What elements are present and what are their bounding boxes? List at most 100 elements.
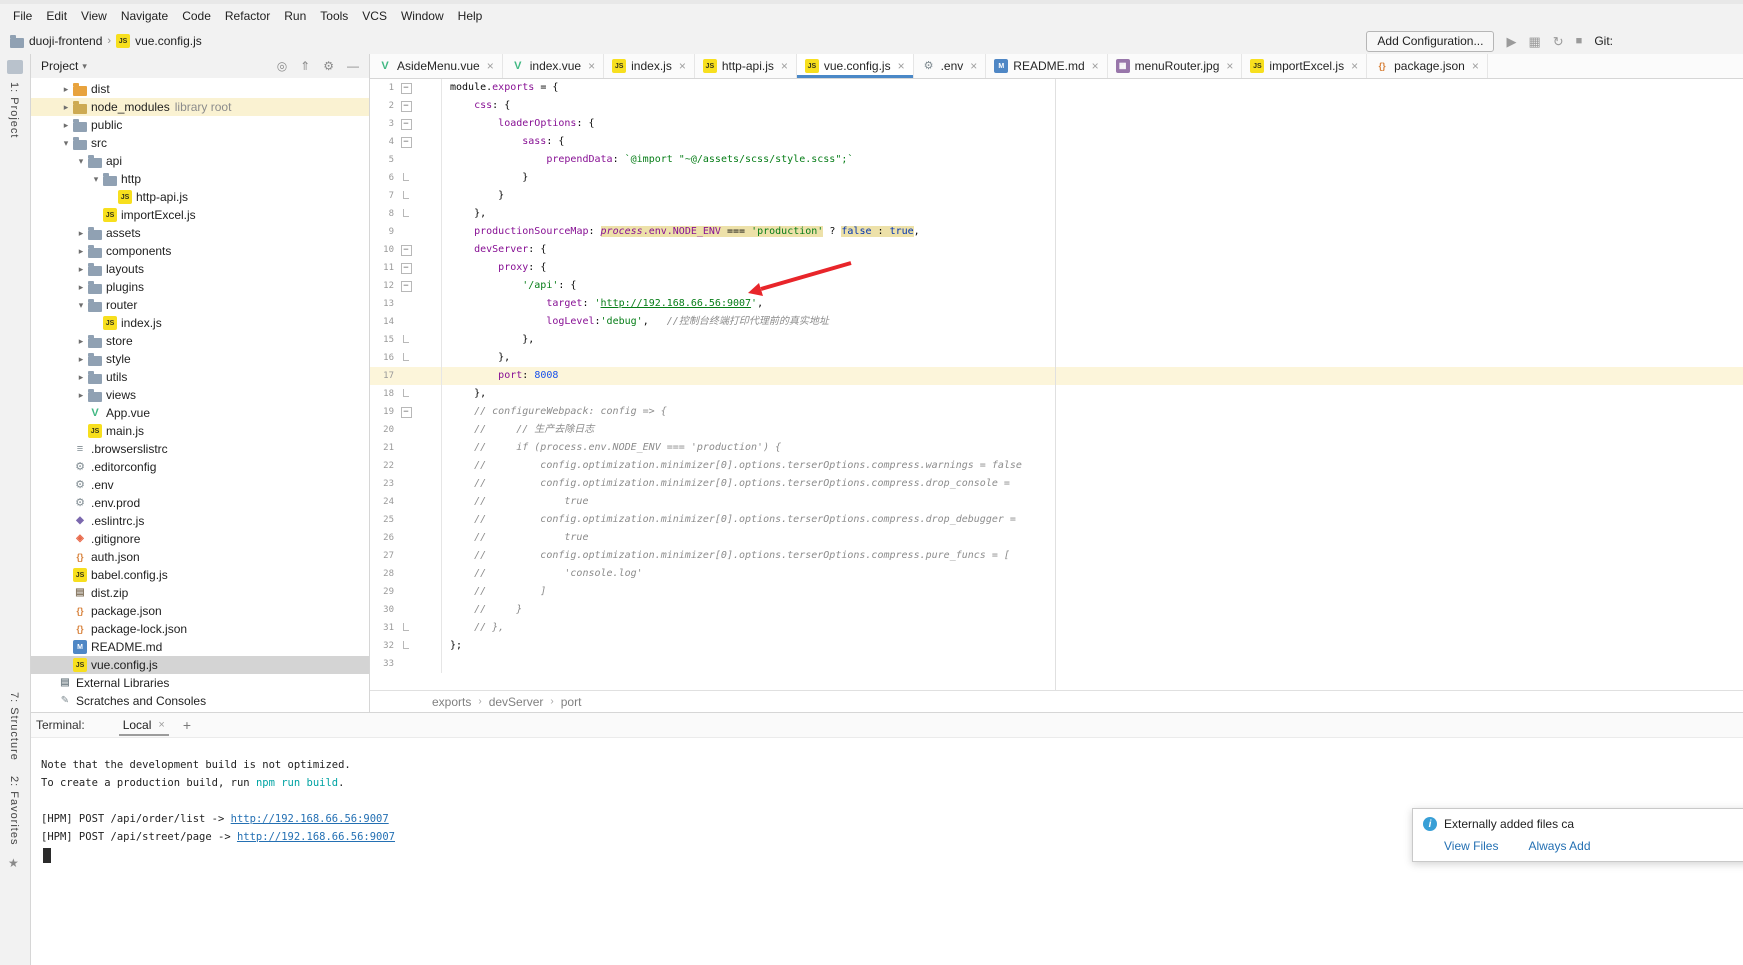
code-line[interactable]: 9 productionSourceMap: process.env.NODE_… xyxy=(370,223,1743,241)
close-icon[interactable]: × xyxy=(679,59,686,73)
line-number[interactable]: 2 xyxy=(372,97,394,115)
code-line[interactable]: 1module.exports = { xyxy=(370,79,1743,97)
code-line[interactable]: 32}; xyxy=(370,637,1743,655)
collapse-all-icon[interactable]: ⇑ xyxy=(300,59,310,73)
tree-item[interactable]: ▾api xyxy=(31,152,369,170)
breadcrumb-project[interactable]: duoji-frontend xyxy=(29,34,102,48)
tree-item[interactable]: ⚙.env.prod xyxy=(31,494,369,512)
close-icon[interactable]: × xyxy=(158,719,164,731)
editor-tab[interactable]: JSvue.config.js× xyxy=(797,54,914,78)
tool-button-structure[interactable]: 7: Structure xyxy=(8,692,20,761)
tree-item[interactable]: ▸views xyxy=(31,386,369,404)
tree-item[interactable]: ≡.browserslistrc xyxy=(31,440,369,458)
chevron-collapsed-icon[interactable]: ▸ xyxy=(59,84,73,95)
code-line[interactable]: 28 // 'console.log' xyxy=(370,565,1743,583)
line-number[interactable]: 9 xyxy=(372,223,394,241)
tree-item[interactable]: ▸layouts xyxy=(31,260,369,278)
project-panel-title[interactable]: Project xyxy=(41,59,78,73)
line-number[interactable]: 13 xyxy=(372,295,394,313)
line-number[interactable]: 28 xyxy=(372,565,394,583)
code-line[interactable]: 20 // // 生产去除日志 xyxy=(370,421,1743,439)
line-number[interactable]: 3 xyxy=(372,115,394,133)
menu-run[interactable]: Run xyxy=(277,6,313,26)
fold-collapse-icon[interactable] xyxy=(394,403,418,421)
tree-item[interactable]: ⚙.env xyxy=(31,476,369,494)
fold-collapse-icon[interactable] xyxy=(394,79,418,97)
line-number[interactable]: 30 xyxy=(372,601,394,619)
code-line[interactable]: 31 // }, xyxy=(370,619,1743,637)
code-editor[interactable]: 1module.exports = {2 css: {3 loaderOptio… xyxy=(370,79,1743,690)
line-number[interactable]: 25 xyxy=(372,511,394,529)
tree-item[interactable]: MREADME.md xyxy=(31,638,369,656)
line-number[interactable]: 19 xyxy=(372,403,394,421)
tree-item[interactable]: ▸assets xyxy=(31,224,369,242)
chevron-collapsed-icon[interactable]: ▸ xyxy=(74,282,88,293)
code-line[interactable]: 30 // } xyxy=(370,601,1743,619)
fold-collapse-icon[interactable] xyxy=(394,277,418,295)
new-terminal-icon[interactable]: + xyxy=(183,717,191,733)
line-number[interactable]: 33 xyxy=(372,655,394,673)
terminal-link[interactable]: http://192.168.66.56:9007 xyxy=(237,831,395,843)
stop-icon[interactable]: ■ xyxy=(1576,35,1583,48)
tree-item[interactable]: ▸node_moduleslibrary root xyxy=(31,98,369,116)
chevron-collapsed-icon[interactable]: ▸ xyxy=(74,390,88,401)
close-icon[interactable]: × xyxy=(588,59,595,73)
tree-item[interactable]: ▸utils xyxy=(31,368,369,386)
line-number[interactable]: 23 xyxy=(372,475,394,493)
tree-item[interactable]: ▸plugins xyxy=(31,278,369,296)
chevron-expanded-icon[interactable]: ▾ xyxy=(89,174,103,185)
code-line[interactable]: 21 // if (process.env.NODE_ENV === 'prod… xyxy=(370,439,1743,457)
code-line[interactable]: 15 }, xyxy=(370,331,1743,349)
notification-action-link[interactable]: Always Add xyxy=(1528,839,1590,853)
tree-item[interactable]: ◈.gitignore xyxy=(31,530,369,548)
line-number[interactable]: 22 xyxy=(372,457,394,475)
code-line[interactable]: 19 // configureWebpack: config => { xyxy=(370,403,1743,421)
hide-panel-icon[interactable]: — xyxy=(347,59,359,73)
add-configuration-button[interactable]: Add Configuration... xyxy=(1366,31,1494,52)
line-number[interactable]: 20 xyxy=(372,421,394,439)
code-line[interactable]: 14 logLevel:'debug', //控制台终端打印代理前的真实地址 xyxy=(370,313,1743,331)
fold-end-icon[interactable] xyxy=(394,349,418,367)
tree-item[interactable]: {}package-lock.json xyxy=(31,620,369,638)
tree-item[interactable]: ▸dist xyxy=(31,80,369,98)
menu-navigate[interactable]: Navigate xyxy=(114,6,175,26)
editor-tab[interactable]: JSindex.js× xyxy=(604,54,695,78)
breadcrumb-item[interactable]: exports xyxy=(432,695,471,709)
code-line[interactable]: 6 } xyxy=(370,169,1743,187)
close-icon[interactable]: × xyxy=(1226,59,1233,73)
fold-end-icon[interactable] xyxy=(394,205,418,223)
rerun-icon[interactable]: ↻ xyxy=(1553,35,1564,48)
tree-item[interactable]: JSimportExcel.js xyxy=(31,206,369,224)
close-icon[interactable]: × xyxy=(1092,59,1099,73)
code-line[interactable]: 29 // ] xyxy=(370,583,1743,601)
menu-file[interactable]: File xyxy=(6,6,39,26)
line-number[interactable]: 31 xyxy=(372,619,394,637)
chevron-collapsed-icon[interactable]: ▸ xyxy=(74,264,88,275)
code-line[interactable]: 8 }, xyxy=(370,205,1743,223)
close-icon[interactable]: × xyxy=(1472,59,1479,73)
tree-item[interactable]: ▤dist.zip xyxy=(31,584,369,602)
menu-view[interactable]: View xyxy=(74,6,114,26)
tree-item[interactable]: JSindex.js xyxy=(31,314,369,332)
tree-item[interactable]: ▸components xyxy=(31,242,369,260)
fold-end-icon[interactable] xyxy=(394,385,418,403)
code-line[interactable]: 22 // config.optimization.minimizer[0].o… xyxy=(370,457,1743,475)
line-number[interactable]: 26 xyxy=(372,529,394,547)
chevron-collapsed-icon[interactable]: ▸ xyxy=(74,246,88,257)
line-number[interactable]: 8 xyxy=(372,205,394,223)
close-icon[interactable]: × xyxy=(898,59,905,73)
tree-item[interactable]: {}auth.json xyxy=(31,548,369,566)
line-number[interactable]: 29 xyxy=(372,583,394,601)
breadcrumb-item[interactable]: port xyxy=(561,695,582,709)
line-number[interactable]: 10 xyxy=(372,241,394,259)
code-line[interactable]: 17 port: 8008 xyxy=(370,367,1743,385)
breadcrumb-item[interactable]: devServer xyxy=(489,695,544,709)
chevron-collapsed-icon[interactable]: ▸ xyxy=(74,354,88,365)
editor-tab[interactable]: {}package.json× xyxy=(1367,54,1488,78)
chevron-collapsed-icon[interactable]: ▸ xyxy=(59,102,73,113)
code-line[interactable]: 13 target: 'http://192.168.66.56:9007', xyxy=(370,295,1743,313)
code-line[interactable]: 25 // config.optimization.minimizer[0].o… xyxy=(370,511,1743,529)
line-number[interactable]: 5 xyxy=(372,151,394,169)
line-number[interactable]: 16 xyxy=(372,349,394,367)
run-icon[interactable]: ▶ xyxy=(1506,35,1516,48)
